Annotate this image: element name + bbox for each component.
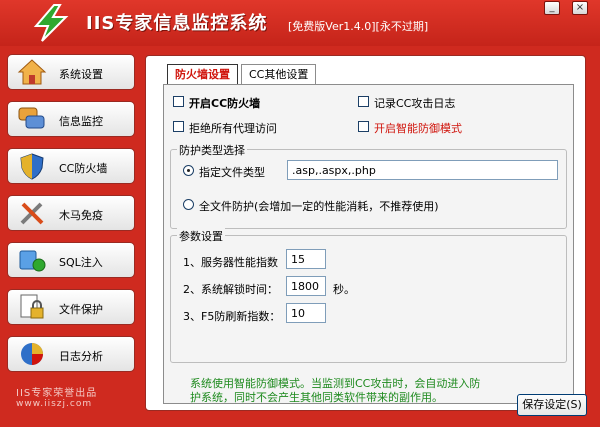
- all-files-label: 全文件防护(会增加一定的性能消耗，不推荐使用): [199, 200, 439, 213]
- sidebar-item-trojan-immunity[interactable]: 木马免疫: [7, 195, 135, 231]
- sidebar-item-label: CC防火墙: [59, 162, 108, 175]
- deny-proxy-checkbox[interactable]: [173, 121, 184, 132]
- version-label: [免费版Ver1.4.0][永不过期]: [288, 20, 429, 33]
- unlock-time-input[interactable]: 1800: [286, 276, 326, 296]
- content-panel: 防火墙设置 CC其他设置 开启CC防火墙 记录CC攻击日志 拒绝所有代理访问 开…: [145, 55, 587, 416]
- protection-type-group: 防护类型选择 指定文件类型 .asp,.aspx,.php 全文件防护(会增加一…: [170, 142, 567, 229]
- log-cc-checkbox[interactable]: [358, 96, 369, 107]
- unlock-time-unit: 秒。: [333, 283, 355, 296]
- enable-cc-checkbox[interactable]: [173, 96, 184, 107]
- log-cc-label: 记录CC攻击日志: [374, 97, 456, 110]
- smart-defense-checkbox[interactable]: [358, 121, 369, 132]
- perf-index-input[interactable]: 15: [286, 249, 326, 269]
- shield-icon: [20, 153, 44, 180]
- sidebar: 系统设置 信息监控 CC防火墙 木马免疫 SQL注入 文件保护 日志分析 IIS…: [0, 46, 142, 427]
- sidebar-item-label: 木马免疫: [59, 209, 103, 222]
- close-button[interactable]: ×: [572, 1, 588, 15]
- protection-type-legend: 防护类型选择: [177, 142, 247, 158]
- params-legend: 参数设置: [177, 228, 225, 244]
- minimize-button[interactable]: _: [544, 1, 560, 15]
- info-note: 系统使用智能防御模式。当监测到CC攻击时，会自动进入防护系统，同时不会产生其他同…: [190, 377, 481, 404]
- f5-index-input[interactable]: 10: [286, 303, 326, 323]
- params-group: 参数设置 1、服务器性能指数 15 2、系统解锁时间： 1800 秒。 3、F5…: [170, 228, 567, 363]
- brand-url[interactable]: www.iiszj.com: [16, 399, 92, 409]
- tab-cc-other-settings[interactable]: CC其他设置: [241, 64, 317, 85]
- tools-icon: [20, 202, 44, 225]
- specified-type-label: 指定文件类型: [199, 166, 265, 179]
- deny-proxy-label: 拒绝所有代理访问: [189, 122, 277, 135]
- sidebar-item-label: SQL注入: [59, 256, 103, 269]
- sidebar-item-cc-firewall[interactable]: CC防火墙: [7, 148, 135, 184]
- sidebar-item-info-monitor[interactable]: 信息监控: [7, 101, 135, 137]
- f5-index-label: 3、F5防刷新指数：: [183, 310, 281, 323]
- enable-cc-label: 开启CC防火墙: [189, 97, 261, 110]
- smart-defense-label: 开启智能防御模式: [374, 122, 462, 135]
- app-title: IIS专家信息监控系统: [86, 13, 268, 34]
- sidebar-item-file-protection[interactable]: 文件保护: [7, 289, 135, 325]
- save-button[interactable]: 保存设定(S): [517, 394, 587, 416]
- perf-index-label: 1、服务器性能指数: [183, 256, 278, 269]
- file-lock-icon: [20, 294, 44, 319]
- title-bar: IIS专家信息监控系统 [免费版Ver1.4.0][永不过期] _ ×: [0, 0, 600, 46]
- lightning-logo-icon: [33, 4, 69, 42]
- sidebar-item-system-settings[interactable]: 系统设置: [7, 54, 135, 90]
- pie-chart-icon: [21, 343, 43, 365]
- unlock-time-label: 2、系统解锁时间：: [183, 283, 278, 296]
- sidebar-item-label: 文件保护: [59, 303, 103, 316]
- specified-type-radio[interactable]: [183, 165, 194, 176]
- home-icon: [17, 59, 47, 85]
- file-type-input[interactable]: .asp,.aspx,.php: [287, 160, 558, 180]
- app-window: IIS专家信息监控系统 [免费版Ver1.4.0][永不过期] _ × 系统设置…: [0, 0, 600, 427]
- brand-text: IIS专家荣誉出品: [16, 388, 98, 399]
- database-icon: [19, 250, 46, 272]
- sidebar-item-label: 信息监控: [59, 115, 103, 128]
- sidebar-item-label: 系统设置: [59, 68, 103, 81]
- chat-bubbles-icon: [18, 107, 45, 129]
- sidebar-item-label: 日志分析: [59, 350, 103, 363]
- tab-body: 开启CC防火墙 记录CC攻击日志 拒绝所有代理访问 开启智能防御模式 防护类型选…: [163, 84, 587, 416]
- sidebar-item-log-analysis[interactable]: 日志分析: [7, 336, 135, 372]
- sidebar-item-sql-injection[interactable]: SQL注入: [7, 242, 135, 278]
- tab-firewall-settings[interactable]: 防火墙设置: [167, 64, 238, 85]
- all-files-radio[interactable]: [183, 199, 194, 210]
